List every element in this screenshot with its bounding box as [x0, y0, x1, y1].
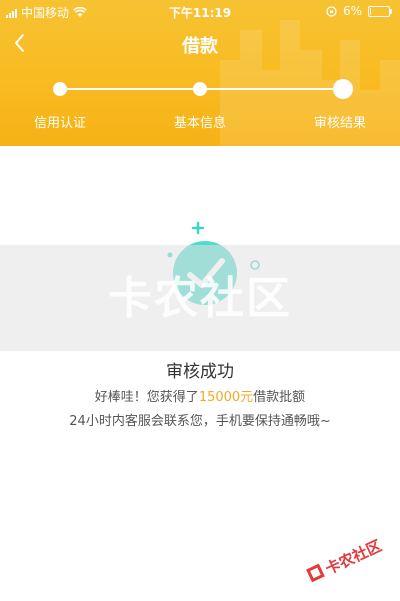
result-message-prefix: 好棒哇！您获得了 — [94, 390, 199, 405]
result-message: 好棒哇！您获得了15000元借款批额 — [0, 386, 400, 405]
step-dot-2 — [193, 82, 207, 96]
battery-percent: 6% — [342, 4, 362, 18]
page-title: 借款 — [182, 36, 218, 57]
step-connector — [207, 88, 333, 90]
result-message-suffix: 借款批额 — [253, 390, 306, 405]
nav-bar: 借款 — [0, 22, 400, 66]
watermark-logo: 卡农社区 — [306, 537, 384, 583]
header: 中国移动 下午11:19 6% 借款 信用认证 基本信息 审核结果 — [0, 0, 400, 146]
watermark-text: 卡农社区 — [108, 273, 292, 324]
svg-text:卡农社区: 卡农社区 — [322, 537, 384, 579]
result-title: 审核成功 — [166, 362, 234, 382]
battery-level — [370, 7, 371, 15]
battery-icon — [368, 5, 392, 17]
step-connector — [67, 88, 193, 90]
step-label-result: 审核结果 — [313, 116, 366, 131]
contact-notice: 24小时内客服会联系您，手机要保持通畅哦~ — [69, 414, 331, 429]
progress-stepper: 信用认证 基本信息 审核结果 — [0, 78, 400, 138]
step-dot-3-active — [333, 79, 353, 99]
approved-amount: 15000元 — [198, 390, 254, 405]
step-label-credit: 信用认证 — [33, 116, 86, 131]
status-bar: 中国移动 下午11:19 6% — [0, 0, 400, 22]
rotation-lock-icon — [326, 5, 337, 17]
step-label-basic-info: 基本信息 — [173, 116, 226, 131]
step-dot-1 — [53, 82, 67, 96]
